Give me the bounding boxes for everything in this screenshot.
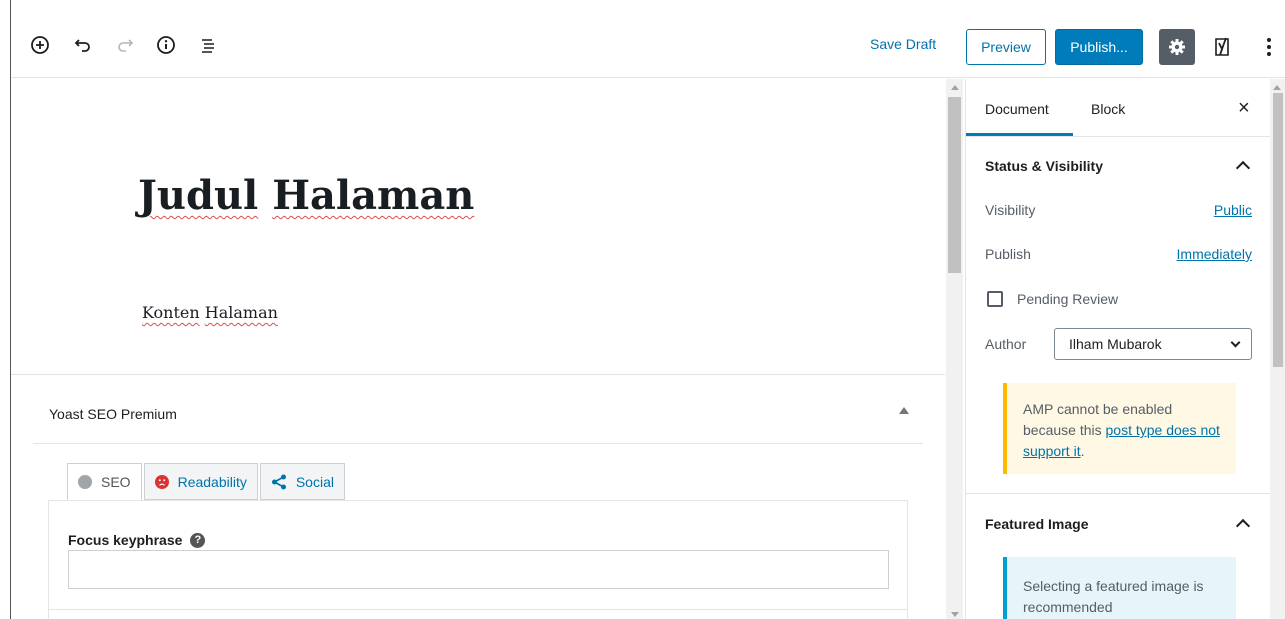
- author-select[interactable]: Ilham Mubarok: [1054, 328, 1252, 360]
- scrollbar-thumb[interactable]: [1273, 93, 1283, 367]
- scroll-up-icon[interactable]: [1273, 85, 1281, 90]
- chevron-down-icon: [1230, 337, 1241, 348]
- info-icon[interactable]: [149, 28, 183, 62]
- pending-review-checkbox[interactable]: [987, 291, 1003, 307]
- status-visibility-title[interactable]: Status & Visibility: [985, 158, 1103, 174]
- settings-gear-icon[interactable]: [1159, 29, 1195, 65]
- visibility-link[interactable]: Public: [1214, 202, 1252, 218]
- tab-social[interactable]: Social: [259, 463, 345, 500]
- divider: [966, 493, 1270, 494]
- share-icon: [271, 474, 287, 490]
- featured-image-notice: Selecting a featured image is recommende…: [1003, 557, 1236, 619]
- yoast-metabox-title: Yoast SEO Premium: [49, 406, 177, 422]
- chevron-up-icon[interactable]: [1235, 518, 1251, 534]
- collapse-arrow-icon[interactable]: [899, 407, 909, 414]
- yoast-tabs: SEO Readability Social: [67, 463, 347, 500]
- editor-toolbar: Save Draft Preview Publish...: [11, 0, 1285, 78]
- scroll-down-icon[interactable]: [951, 612, 959, 617]
- close-icon[interactable]: ×: [1238, 97, 1250, 120]
- block-editor: Save Draft Preview Publish... Judul Hala…: [0, 0, 1285, 619]
- tab-block[interactable]: Block: [1091, 101, 1125, 117]
- pending-review-label[interactable]: Pending Review: [1017, 291, 1118, 307]
- preview-button[interactable]: Preview: [966, 29, 1046, 65]
- author-label: Author: [985, 336, 1027, 352]
- seo-panel: Focus keyphrase ?: [48, 500, 908, 619]
- scrollbar-thumb[interactable]: [948, 97, 961, 273]
- settings-sidebar: Document Block × Status & Visibility Vis…: [965, 79, 1270, 619]
- yoast-icon[interactable]: [1207, 29, 1243, 65]
- focus-keyphrase-input[interactable]: [68, 550, 889, 589]
- sidebar-tabs: Document Block ×: [966, 79, 1270, 137]
- tab-readability[interactable]: Readability: [143, 463, 258, 500]
- featured-image-title[interactable]: Featured Image: [985, 516, 1088, 532]
- help-icon[interactable]: ?: [190, 532, 206, 548]
- post-title[interactable]: Judul Halaman: [138, 172, 474, 219]
- save-draft-button[interactable]: Save Draft: [870, 36, 936, 52]
- publish-label: Publish: [985, 246, 1031, 262]
- add-block-icon[interactable]: [23, 28, 57, 62]
- editor-canvas: Judul Halaman Konten Halaman Yoast SEO P…: [11, 79, 945, 619]
- publish-date-link[interactable]: Immediately: [1177, 246, 1252, 262]
- focus-keyphrase-label: Focus keyphrase ?: [68, 532, 206, 548]
- grey-circle-icon: [78, 474, 92, 489]
- scroll-up-icon[interactable]: [951, 85, 959, 90]
- sidebar-scrollbar[interactable]: [1270, 79, 1285, 619]
- active-tab-indicator: [966, 133, 1073, 136]
- tab-document[interactable]: Document: [985, 101, 1049, 117]
- yoast-metabox-header[interactable]: Yoast SEO Premium: [33, 375, 923, 444]
- divider: [49, 609, 907, 610]
- publish-button[interactable]: Publish...: [1055, 29, 1143, 65]
- sad-face-icon: [154, 474, 169, 489]
- visibility-label: Visibility: [985, 202, 1036, 218]
- redo-icon[interactable]: [108, 28, 142, 62]
- more-options-icon[interactable]: [1255, 29, 1283, 65]
- tab-seo[interactable]: SEO: [67, 463, 142, 500]
- block-navigation-icon[interactable]: [191, 28, 225, 62]
- chevron-up-icon[interactable]: [1235, 160, 1251, 176]
- undo-icon[interactable]: [66, 28, 100, 62]
- amp-warning-notice: AMP cannot be enabled because this post …: [1003, 383, 1236, 474]
- paragraph-block[interactable]: Konten Halaman: [142, 303, 278, 322]
- editor-scrollbar[interactable]: [946, 79, 963, 619]
